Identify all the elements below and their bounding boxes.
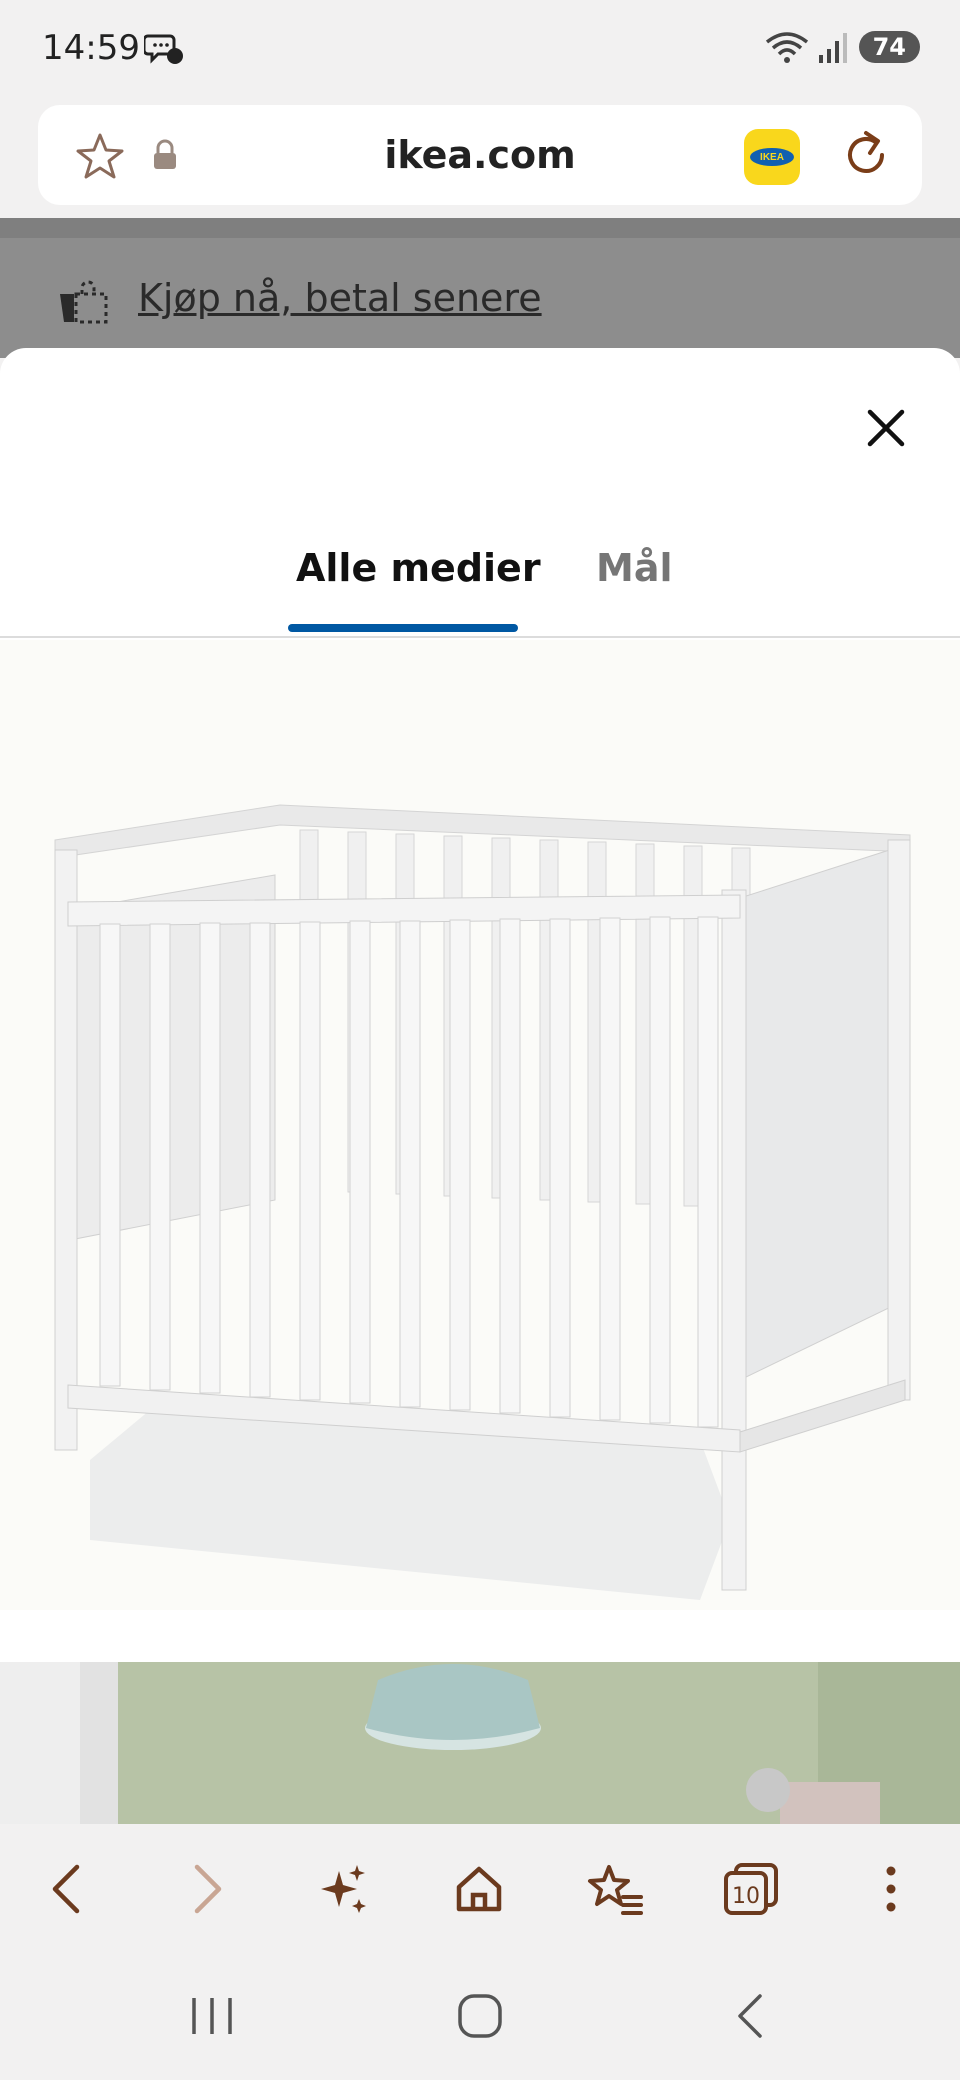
home-button[interactable] [444, 1854, 514, 1924]
product-image-room[interactable] [0, 1662, 960, 1824]
chevron-left-icon [52, 1864, 80, 1914]
ai-assistant-button[interactable] [308, 1854, 378, 1924]
signal-icon [818, 33, 847, 63]
tab-count: 10 [732, 1884, 760, 1909]
more-menu-button[interactable] [856, 1854, 926, 1924]
back-button[interactable] [32, 1854, 102, 1924]
bookmarks-star-list-icon [588, 1865, 643, 1915]
sparkles-icon [321, 1865, 366, 1913]
media-tabs: Alle medier Mål [0, 526, 960, 638]
tabs-icon: 10 [724, 1863, 778, 1915]
product-image-crib[interactable] [0, 640, 960, 1610]
address-bar[interactable]: ikea.com IKEA [38, 105, 922, 205]
status-time: 14:59 [42, 28, 140, 68]
tab-dimensions[interactable]: Mål [596, 546, 672, 590]
forward-button[interactable] [172, 1854, 242, 1924]
more-vertical-icon [886, 1866, 896, 1912]
home-navigation-icon[interactable] [456, 1992, 504, 2040]
browser-toolbar: 10 [0, 1824, 960, 1954]
bookmarks-button[interactable] [580, 1854, 650, 1924]
room-scene [0, 1662, 960, 1824]
home-icon [456, 1866, 502, 1912]
media-modal: Alle medier Mål [0, 348, 960, 1824]
crib-illustration [54, 804, 911, 1600]
wifi-icon [765, 32, 808, 63]
status-bar: 14:59 74 [0, 0, 960, 96]
status-icons: 74 [765, 30, 920, 64]
battery-indicator: 74 [858, 31, 920, 63]
overlay-edge [0, 218, 960, 238]
tab-all-media[interactable]: Alle medier [296, 546, 541, 590]
messenger-notification-icon [144, 34, 183, 64]
ikea-logo: IKEA [750, 148, 794, 166]
active-tab-indicator [288, 624, 518, 632]
shopping-bag-icon [60, 280, 108, 324]
tabs-button[interactable]: 10 [716, 1854, 786, 1924]
close-icon[interactable] [858, 400, 914, 456]
system-navigation-bar [0, 1954, 960, 2080]
page-behind-overlay: Kjøp nå, betal senere [0, 218, 960, 358]
chevron-right-icon [194, 1864, 222, 1914]
buy-now-pay-later-link[interactable]: Kjøp nå, betal senere [138, 276, 542, 320]
back-navigation-icon[interactable] [732, 1992, 768, 2040]
reload-icon[interactable] [838, 127, 894, 183]
ikea-app-icon[interactable]: IKEA [744, 129, 800, 185]
recent-apps-icon[interactable] [190, 1994, 234, 2038]
